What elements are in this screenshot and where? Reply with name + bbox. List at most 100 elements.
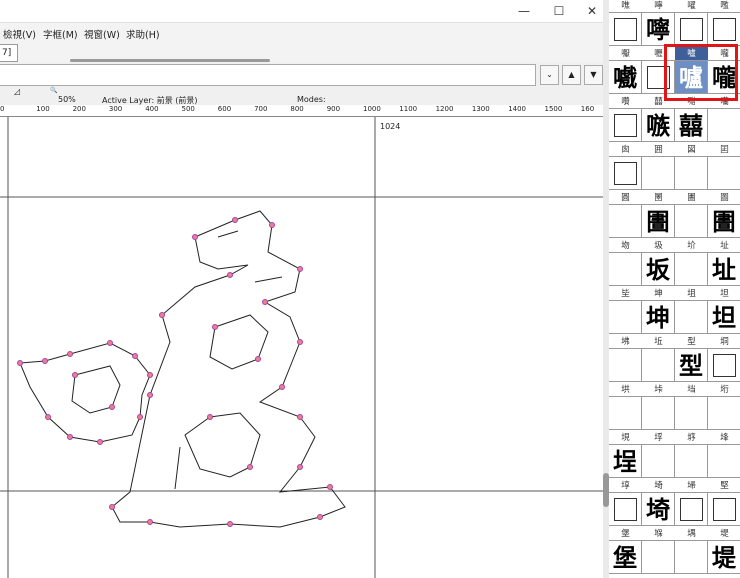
glyph-label[interactable]: 垱 (675, 383, 708, 397)
glyph-label[interactable]: 嚀 (642, 0, 675, 13)
glyph-cell[interactable] (708, 493, 740, 526)
glyph-label[interactable]: 坥 (675, 287, 708, 301)
glyph-label[interactable]: 垌 (708, 335, 740, 349)
menu-window[interactable]: 視窗(W) (84, 27, 120, 41)
glyph-label[interactable]: 堡 (609, 527, 642, 541)
glyph-cell[interactable]: 型 (675, 349, 708, 382)
glyph-label[interactable]: 囸 (708, 143, 740, 157)
glyph-label[interactable]: 噍 (609, 0, 642, 13)
close-icon[interactable]: ✕ (576, 0, 603, 23)
glyph-label[interactable]: 圗 (708, 191, 740, 205)
glyph-cell[interactable] (609, 253, 642, 286)
glyph-cell[interactable] (642, 157, 675, 190)
menu-metrics[interactable]: 字框(M) (43, 27, 78, 41)
glyph-cell[interactable] (609, 397, 642, 430)
glyph-label[interactable]: 堤 (708, 527, 740, 541)
glyph-label[interactable]: 埼 (642, 479, 675, 493)
glyph-label[interactable]: 嚁 (675, 0, 708, 13)
glyph-cell[interactable] (708, 13, 740, 46)
glyph-cell[interactable] (609, 109, 642, 142)
glyph-cell[interactable]: 坤 (642, 301, 675, 334)
glyph-cell[interactable] (642, 397, 675, 430)
glyph-cell[interactable] (609, 205, 642, 238)
glyph-label[interactable]: 垰 (642, 383, 675, 397)
glyph-label[interactable]: 垬 (609, 383, 642, 397)
glyph-cell[interactable] (675, 445, 708, 478)
menu-help[interactable]: 求助(H) (126, 27, 160, 41)
glyph-cell[interactable] (642, 445, 675, 478)
glyph-cell[interactable]: 埕 (609, 445, 642, 478)
maximize-icon[interactable]: ☐ (543, 0, 575, 23)
glyph-cell[interactable] (708, 397, 740, 430)
glyph-cell[interactable] (675, 13, 708, 46)
tab-glyph[interactable]: 7] (0, 44, 18, 62)
menu-view[interactable]: 檢視(V) (3, 27, 36, 41)
dropdown-icon[interactable]: ⌄ (540, 65, 559, 85)
glyph-label[interactable]: 垳 (708, 383, 740, 397)
glyph-label[interactable]: 坲 (609, 335, 642, 349)
glyph-name-input[interactable] (0, 64, 536, 86)
glyph-label[interactable]: 嚈 (609, 47, 642, 61)
glyph-label[interactable]: 囋 (609, 95, 642, 109)
tab-scrollbar[interactable] (70, 59, 270, 62)
nav-down-icon[interactable]: ▼ (584, 65, 603, 85)
glyph-cell[interactable] (708, 157, 740, 190)
glyph-label[interactable]: 坒 (609, 287, 642, 301)
glyph-label[interactable]: 埻 (609, 479, 642, 493)
glyph-label[interactable]: 埄 (708, 431, 740, 445)
glyph-cell[interactable] (609, 349, 642, 382)
glyph-label[interactable]: 圛 (642, 191, 675, 205)
glyph-label[interactable]: 堅 (708, 479, 740, 493)
glyph-cell[interactable]: 址 (708, 253, 740, 286)
glyph-cell[interactable]: 圕 (642, 205, 675, 238)
glyph-cell[interactable] (675, 301, 708, 334)
glyph-cell[interactable]: 圕 (708, 205, 740, 238)
glyph-label[interactable]: 垷 (609, 431, 642, 445)
glyph-cell[interactable] (642, 541, 675, 574)
glyph-outline-canvas[interactable]: 1024 (0, 117, 603, 578)
glyph-cell[interactable] (675, 253, 708, 286)
glyph-label[interactable]: 圿 (675, 239, 708, 253)
glyph-label[interactable]: 圓 (609, 191, 642, 205)
glyph-label[interactable]: 囪 (609, 143, 642, 157)
glyph-label[interactable]: 圕 (675, 191, 708, 205)
glyph-cell[interactable]: 坦 (708, 301, 740, 334)
glyph-cell[interactable] (609, 493, 642, 526)
glyph-cell[interactable] (708, 445, 740, 478)
glyph-cell[interactable]: 埼 (642, 493, 675, 526)
glyph-label[interactable]: 圽 (609, 239, 642, 253)
glyph-label[interactable]: 堢 (642, 527, 675, 541)
nav-up-icon[interactable]: ▲ (562, 65, 581, 85)
glyph-cell[interactable] (675, 493, 708, 526)
glyph-outline[interactable] (19, 210, 346, 528)
glyph-label[interactable]: 図 (675, 143, 708, 157)
glyph-cell[interactable]: 嗾 (642, 109, 675, 142)
glyph-canvas[interactable]: 1024 (0, 117, 603, 578)
glyph-cell[interactable]: 嚱 (609, 61, 642, 94)
glyph-label[interactable]: 坦 (708, 287, 740, 301)
outline-control-points[interactable] (17, 217, 333, 527)
glyph-label[interactable]: 垺 (642, 431, 675, 445)
glyph-label[interactable]: 囲 (642, 143, 675, 157)
glyph-label[interactable]: 垿 (675, 431, 708, 445)
glyph-cell[interactable] (675, 541, 708, 574)
glyph-cell[interactable] (642, 349, 675, 382)
glyph-cell[interactable] (609, 157, 642, 190)
minimize-icon[interactable]: — (508, 0, 540, 23)
glyph-label[interactable]: 坤 (642, 287, 675, 301)
glyph-cell[interactable] (708, 349, 740, 382)
glyph-cell[interactable] (609, 301, 642, 334)
glyph-cell[interactable]: 堤 (708, 541, 740, 574)
glyph-cell[interactable] (675, 397, 708, 430)
glyph-cell[interactable] (675, 157, 708, 190)
glyph-cell[interactable]: 囍 (675, 109, 708, 142)
glyph-label[interactable]: 嚂 (708, 0, 740, 13)
glyph-label[interactable]: 埽 (675, 479, 708, 493)
glyph-cell[interactable]: 堡 (609, 541, 642, 574)
glyph-cell[interactable]: 嚀 (642, 13, 675, 46)
glyph-cell[interactable] (708, 109, 740, 142)
glyph-label[interactable]: 堣 (675, 527, 708, 541)
glyph-label[interactable]: 型 (675, 335, 708, 349)
glyph-cell[interactable] (609, 13, 642, 46)
glyph-label[interactable]: 址 (708, 239, 740, 253)
